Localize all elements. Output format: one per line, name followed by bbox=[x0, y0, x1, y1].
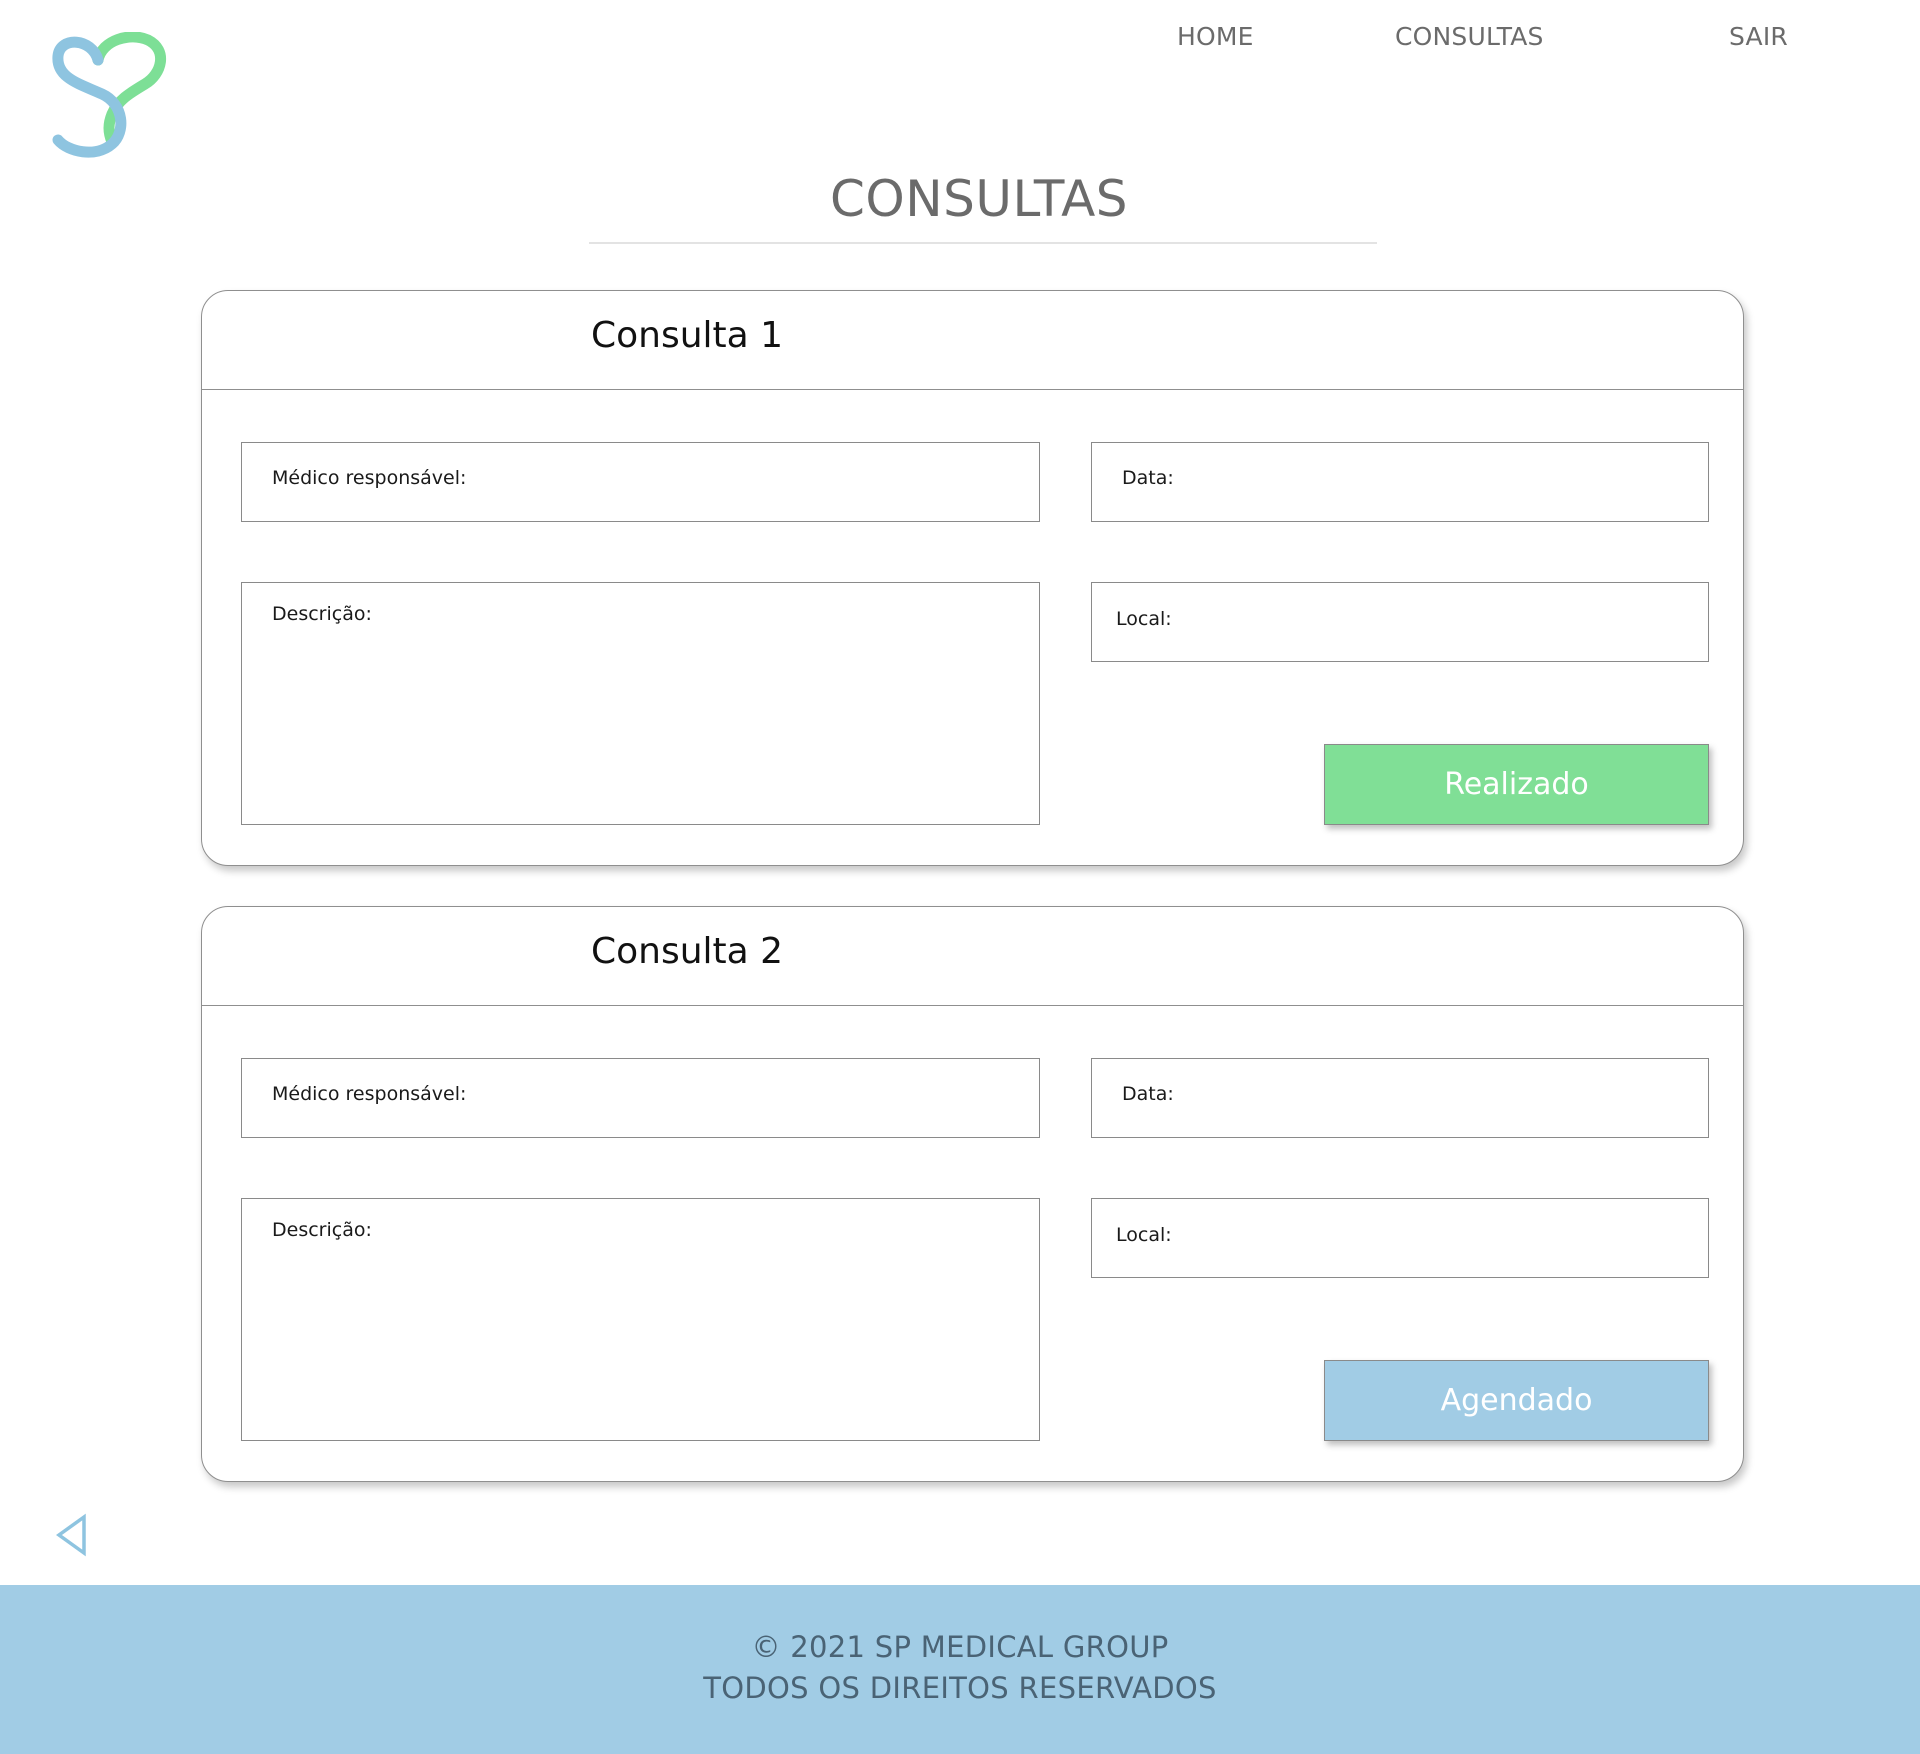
card-title: Consulta 2 bbox=[591, 931, 784, 972]
heart-s-logo-icon bbox=[52, 31, 167, 158]
descricao-label: Descrição: bbox=[272, 603, 372, 625]
back-triangle-icon[interactable] bbox=[54, 1513, 90, 1557]
local-field[interactable]: Local: bbox=[1091, 582, 1709, 662]
logo bbox=[50, 31, 170, 162]
card-title: Consulta 1 bbox=[591, 315, 784, 356]
medico-responsavel-field[interactable]: Médico responsável: bbox=[241, 442, 1040, 522]
data-label: Data: bbox=[1122, 1083, 1174, 1105]
nav-sair-link[interactable]: SAIR bbox=[1729, 22, 1788, 51]
data-label: Data: bbox=[1122, 467, 1174, 489]
status-button[interactable]: Realizado bbox=[1324, 744, 1709, 825]
footer-rights: TODOS OS DIREITOS RESERVADOS bbox=[703, 1671, 1217, 1705]
local-label: Local: bbox=[1116, 1224, 1172, 1246]
local-field[interactable]: Local: bbox=[1091, 1198, 1709, 1278]
consulta-card: Consulta 1 Médico responsável: Data: Des… bbox=[201, 290, 1744, 866]
data-field[interactable]: Data: bbox=[1091, 1058, 1709, 1138]
medico-responsavel-label: Médico responsável: bbox=[272, 467, 467, 489]
descricao-label: Descrição: bbox=[272, 1219, 372, 1241]
medico-responsavel-label: Médico responsável: bbox=[272, 1083, 467, 1105]
card-header: Consulta 2 bbox=[202, 907, 1743, 1006]
descricao-field[interactable]: Descrição: bbox=[241, 582, 1040, 825]
footer-copyright: © 2021 SP MEDICAL GROUP bbox=[751, 1630, 1169, 1664]
status-button[interactable]: Agendado bbox=[1324, 1360, 1709, 1441]
title-divider bbox=[589, 242, 1377, 244]
data-field[interactable]: Data: bbox=[1091, 442, 1709, 522]
nav-home-link[interactable]: HOME bbox=[1177, 22, 1254, 51]
local-label: Local: bbox=[1116, 608, 1172, 630]
medico-responsavel-field[interactable]: Médico responsável: bbox=[241, 1058, 1040, 1138]
consulta-card: Consulta 2 Médico responsável: Data: Des… bbox=[201, 906, 1744, 1482]
page-title: CONSULTAS bbox=[829, 170, 1129, 228]
card-header: Consulta 1 bbox=[202, 291, 1743, 390]
nav-consultas-link[interactable]: CONSULTAS bbox=[1395, 22, 1544, 51]
descricao-field[interactable]: Descrição: bbox=[241, 1198, 1040, 1441]
footer: © 2021 SP MEDICAL GROUP TODOS OS DIREITO… bbox=[0, 1585, 1920, 1754]
